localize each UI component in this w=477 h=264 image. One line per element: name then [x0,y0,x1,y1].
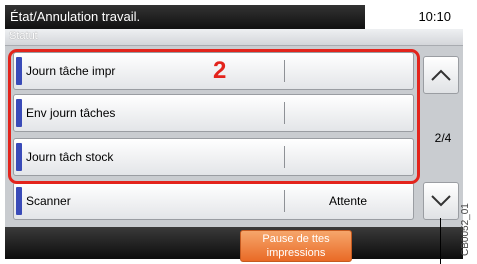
bottom-bar: Pause de ttes impressions [5,227,463,262]
status-tab-bar: Statut [5,29,463,46]
touch-panel-screen: État/Annulation travail. 10:10 Statut Jo… [5,5,463,262]
row-accent-bar [16,187,22,215]
screen-title: État/Annulation travail. [10,9,141,24]
row-label: Scanner [26,194,71,208]
scroll-up-button[interactable] [423,56,459,94]
clock-time: 10:10 [418,9,451,24]
chevron-up-icon [431,69,451,81]
figure-code: CB0052_01 [460,203,471,256]
status-tab-label: Statut [9,30,38,42]
page-indicator: 2/4 [434,131,452,145]
row-divider [284,190,285,212]
pause-button-line1: Pause de ttes [262,233,330,245]
row-status: Attente [328,194,368,208]
scroll-down-button[interactable] [423,182,459,220]
row-scanner[interactable]: Scanner Attente [13,182,414,220]
pause-button-line2: impressions [266,247,326,259]
callout-pointer-line [440,218,441,264]
title-bar: État/Annulation travail. 10:10 [5,5,463,29]
clock-box: 10:10 [365,5,463,29]
callout-number: 2 [213,57,227,84]
chevron-down-icon [431,195,451,207]
pause-all-print-jobs-button[interactable]: Pause de ttes impressions [240,230,352,262]
